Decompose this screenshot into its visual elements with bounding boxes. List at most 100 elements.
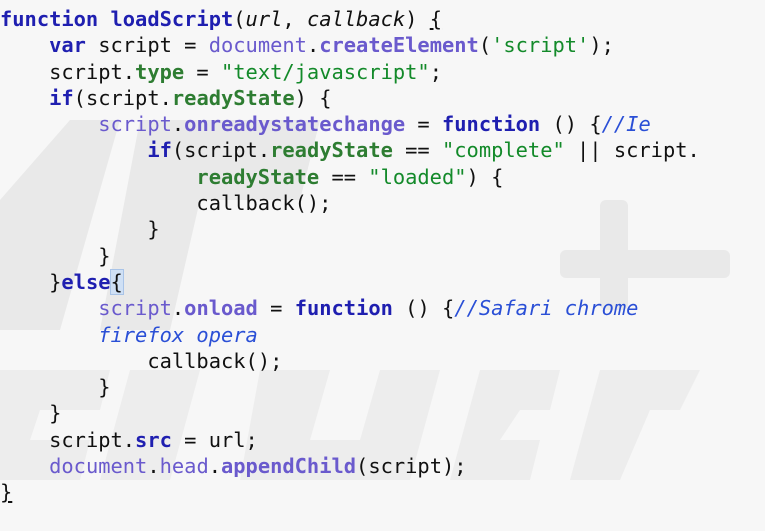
code-token: "complete" (441, 138, 565, 163)
code-token: () { (392, 296, 455, 321)
code-token: if (147, 138, 172, 163)
code-token: } (98, 375, 111, 400)
code-line: if(script.readyState) { (0, 85, 700, 111)
code-line: var script = document.createElement('scr… (0, 32, 700, 58)
code-token: src (135, 427, 172, 452)
code-token: //Safari chrome (454, 296, 639, 321)
code-token: firefox opera (98, 322, 258, 347)
code-token: appendChild (221, 454, 357, 479)
code-line: document.head.appendChild(script); (0, 453, 700, 479)
code-token: readyState (270, 138, 393, 163)
code-token: type (135, 59, 185, 84)
code-token: ( (478, 33, 492, 58)
code-line: firefox opera (0, 322, 700, 348)
code-token: . (306, 33, 320, 58)
code-line: callback(); (0, 190, 700, 216)
code-token: (script); (356, 454, 467, 479)
code-line: script.type = "text/javascript"; (0, 59, 700, 85)
code-token: . (171, 112, 185, 137)
code-line: } (0, 243, 700, 269)
code-token: loadScript (110, 7, 234, 31)
code-token: script (98, 296, 172, 321)
code-token: } (98, 243, 111, 268)
code-line: script.onload = function () {//Safari ch… (0, 295, 700, 321)
code-token: document (49, 454, 148, 479)
code-token: ) { (466, 164, 504, 189)
code-token: (script. (73, 85, 172, 110)
code-token: , (282, 7, 307, 31)
code-token: ( (233, 7, 246, 31)
code-token: = (257, 296, 295, 321)
code-token: () { (540, 112, 602, 137)
code-token: onload (184, 296, 258, 321)
code-token: || script. (564, 138, 700, 163)
code-token: function (294, 296, 393, 321)
code-token: script. (49, 427, 136, 452)
code-token: } (0, 480, 13, 505)
code-line: callback(); (0, 348, 700, 374)
code-token: = (405, 112, 442, 137)
code-token: "text/javascript" (221, 59, 430, 84)
code-token: . (147, 454, 160, 479)
code-token: (script. (171, 138, 271, 163)
code-token: "loaded" (368, 164, 467, 189)
code-line: script.onreadystatechange = function () … (0, 111, 700, 137)
code-token: onreadystatechange (184, 112, 406, 137)
code-line: readyState == "loaded") { (0, 164, 700, 190)
code-token: //Ie (601, 112, 651, 137)
code-line: } (0, 479, 700, 505)
code-line: } (0, 216, 700, 242)
code-token: if (49, 85, 74, 110)
code-token: == (319, 164, 369, 189)
code-line: } (0, 400, 700, 426)
code-token: callback(); (147, 348, 283, 373)
code-token: document (208, 33, 307, 58)
code-token: = url; (171, 427, 258, 452)
code-token: script. (49, 59, 136, 84)
code-editor[interactable]: function loadScript(url, callback) { var… (0, 0, 765, 531)
code-token: } (49, 269, 62, 294)
code-token: function (442, 112, 541, 137)
code-token: = (184, 59, 221, 84)
code-token: ) (405, 7, 430, 31)
code-line: script.src = url; (0, 427, 700, 453)
code-token: function (0, 7, 99, 31)
code-token: { (429, 7, 443, 31)
code-token: ; (429, 59, 442, 84)
code-line: } (0, 374, 700, 400)
code-token: readyState (196, 164, 320, 189)
code-token: var (49, 33, 86, 58)
code-token: callback (306, 7, 406, 31)
code-token: ) { (294, 85, 332, 110)
code-token: url (245, 7, 283, 31)
code-line: if(script.readyState == "complete" || sc… (0, 137, 700, 163)
code-token: ); (589, 33, 614, 58)
code-token: createElement (319, 33, 479, 58)
code-token: script (98, 112, 172, 137)
code-token: head (159, 454, 209, 479)
code-token: . (208, 454, 221, 479)
code-token: script = (85, 33, 209, 58)
code-token: else (61, 269, 111, 294)
code-line: function loadScript(url, callback) { (0, 6, 700, 32)
code-text-area[interactable]: function loadScript(url, callback) { var… (0, 6, 700, 506)
code-token: callback(); (196, 191, 332, 216)
